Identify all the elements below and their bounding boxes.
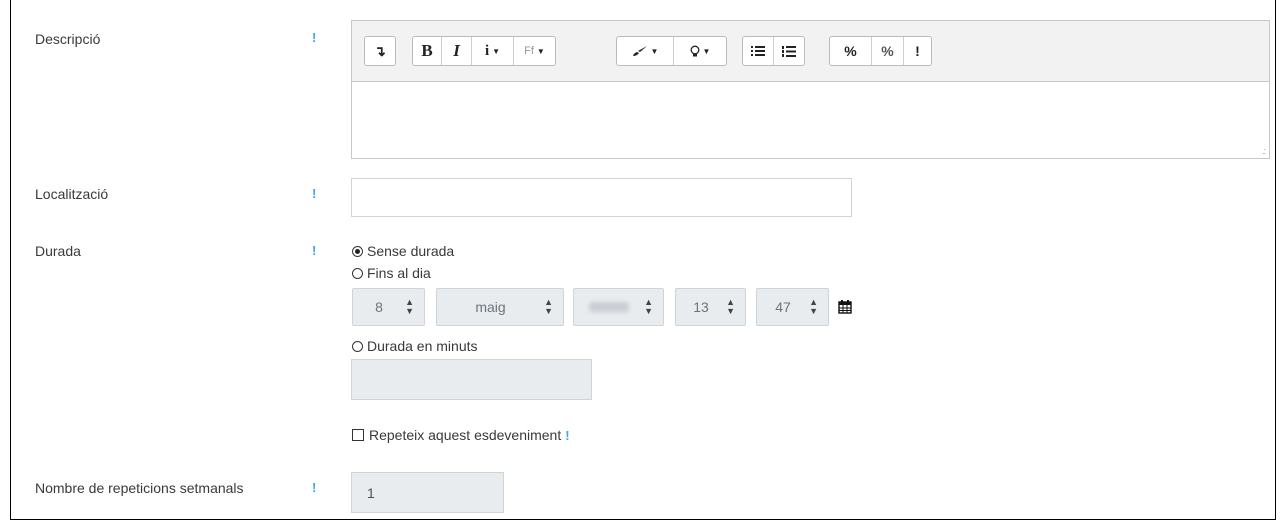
radio-until-day-row[interactable]: Fins al dia — [352, 265, 431, 281]
unordered-list-button[interactable] — [743, 37, 774, 65]
unlink-button[interactable]: % — [872, 37, 904, 65]
duration-help-icon[interactable]: ! — [312, 244, 316, 257]
location-help-icon[interactable]: ! — [312, 187, 316, 200]
chevron-down-icon: ▼ — [536, 46, 545, 56]
info-icon: i — [484, 42, 490, 59]
radio-until-day-label: Fins al dia — [367, 265, 431, 281]
chevron-down-icon: ▼ — [492, 46, 501, 56]
hour-select-value: 13 — [693, 299, 709, 315]
repeat-help-icon[interactable]: ! — [565, 428, 569, 443]
unlink-icon: % — [881, 43, 894, 59]
day-select[interactable]: 8 ▲ ▼ — [352, 288, 425, 326]
duration-label: Durada — [35, 243, 81, 259]
link-button[interactable]: % — [830, 37, 872, 65]
numbered-list-icon — [782, 45, 796, 57]
font-icon: Ff — [524, 45, 534, 57]
repeat-row[interactable]: Repeteix aquest esdeveniment ! — [352, 427, 570, 443]
background-color-button[interactable]: ▼ — [674, 37, 726, 65]
radio-no-duration[interactable] — [352, 245, 363, 257]
hour-select[interactable]: 13 ▲ ▼ — [675, 288, 746, 326]
sort-arrows-icon: ▲ ▼ — [405, 297, 414, 316]
day-select-value: 8 — [375, 299, 383, 315]
month-select-value: maig — [475, 299, 506, 315]
bold-button[interactable]: B — [413, 37, 442, 65]
toolbar-group-style: B I i ▼ Ff ▼ — [412, 36, 556, 66]
toolbar-group-color: ▼ ▼ — [616, 36, 727, 66]
minute-select-value: 47 — [775, 299, 791, 315]
link-icon: % — [844, 43, 857, 59]
font-family-button[interactable]: Ff ▼ — [514, 37, 555, 65]
chevron-down-icon: ▼ — [650, 46, 659, 56]
radio-duration-minutes-row[interactable]: Durada en minuts — [352, 338, 478, 354]
radio-no-duration-label: Sense durada — [367, 243, 455, 259]
month-select[interactable]: maig ▲ ▼ — [436, 288, 564, 326]
bullet-list-icon — [751, 46, 765, 56]
sort-arrows-icon: ▲ ▼ — [726, 297, 735, 316]
location-label: Localització — [35, 186, 109, 202]
duration-minutes-input[interactable] — [351, 359, 592, 400]
year-select-value — [574, 299, 644, 315]
accessibility-checker-button[interactable]: ! — [904, 37, 931, 65]
paintbrush-icon — [632, 46, 647, 56]
editor-toolbar: ↴ B I i ▼ Ff ▼ ▼ ▼ % % ! — [352, 21, 1269, 82]
paragraph-style-button[interactable]: i ▼ — [472, 37, 514, 65]
weekly-repeats-help-icon[interactable]: ! — [312, 481, 316, 494]
lightbulb-icon — [690, 45, 699, 56]
exclamation-icon: ! — [915, 43, 920, 59]
collapse-toolbar-button[interactable]: ↴ — [365, 37, 395, 65]
radio-duration-minutes-label: Durada en minuts — [367, 338, 478, 354]
weekly-repeats-input[interactable]: 1 — [351, 472, 504, 513]
description-label: Descripció — [35, 31, 101, 47]
description-editor: ↴ B I i ▼ Ff ▼ ▼ ▼ % % ! .: — [351, 20, 1270, 159]
sort-arrows-icon: ▲ ▼ — [809, 297, 818, 316]
minute-select[interactable]: 47 ▲ ▼ — [756, 288, 829, 326]
sort-arrows-icon: ▲ ▼ — [544, 297, 553, 316]
sort-arrows-icon: ▲ ▼ — [644, 297, 653, 316]
resize-grip-icon[interactable]: .: — [1262, 146, 1266, 156]
ordered-list-button[interactable] — [774, 37, 804, 65]
weekly-repeats-label: Nombre de repeticions setmanals — [35, 480, 244, 496]
repeat-label: Repeteix aquest esdeveniment — [369, 427, 562, 443]
location-input[interactable] — [351, 178, 852, 217]
radio-no-duration-row[interactable]: Sense durada — [352, 243, 454, 259]
description-textarea[interactable] — [352, 82, 1269, 158]
toolbar-group-collapse: ↴ — [364, 36, 396, 66]
year-select[interactable]: ▲ ▼ — [573, 288, 664, 326]
toolbar-group-links: % % ! — [829, 36, 932, 66]
chevron-down-icon: ▼ — [702, 46, 711, 56]
italic-button[interactable]: I — [442, 37, 472, 65]
calendar-icon[interactable] — [838, 300, 852, 314]
repeat-checkbox[interactable] — [352, 429, 364, 441]
font-color-button[interactable]: ▼ — [617, 37, 674, 65]
radio-until-day[interactable] — [352, 267, 363, 279]
toolbar-group-lists — [742, 36, 805, 66]
description-help-icon[interactable]: ! — [312, 31, 316, 44]
radio-duration-minutes[interactable] — [352, 340, 363, 352]
